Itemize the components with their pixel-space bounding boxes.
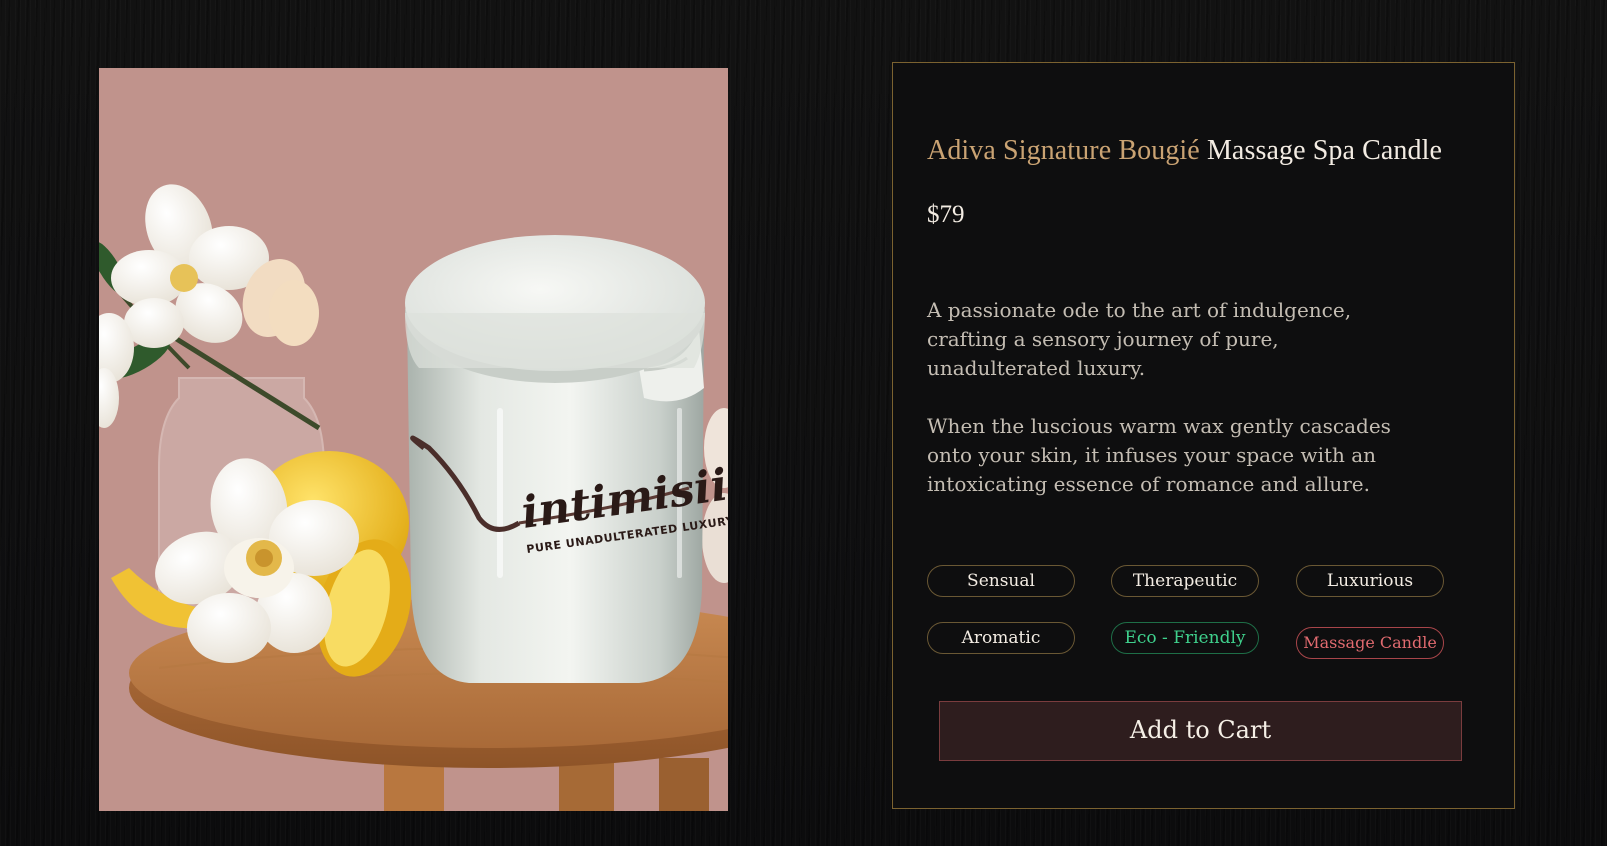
product-description: A passionate ode to the art of indulgenc… xyxy=(927,296,1427,528)
product-image: intimisii PURE UNADULTERATED LUXURY xyxy=(99,68,728,811)
product-tags: Sensual Therapeutic Luxurious Aromatic E… xyxy=(927,565,1447,665)
candle-photo: intimisii PURE UNADULTERATED LUXURY xyxy=(99,68,728,811)
product-price: $79 xyxy=(927,201,965,228)
tag-aromatic[interactable]: Aromatic xyxy=(927,622,1075,654)
tag-sensual[interactable]: Sensual xyxy=(927,565,1075,597)
product-name: Massage Spa Candle xyxy=(1206,135,1443,166)
add-to-cart-button[interactable]: Add to Cart xyxy=(939,701,1462,761)
tag-therapeutic[interactable]: Therapeutic xyxy=(1111,565,1259,597)
description-paragraph: When the luscious warm wax gently cascad… xyxy=(927,414,1391,496)
tag-massage-candle[interactable]: Massage Candle xyxy=(1296,627,1444,659)
product-brand: Adiva Signature Bougié xyxy=(927,135,1200,166)
product-details-card: Adiva Signature Bougié Massage Spa Candl… xyxy=(892,62,1515,809)
tag-luxurious[interactable]: Luxurious xyxy=(1296,565,1444,597)
description-paragraph: A passionate ode to the art of indulgenc… xyxy=(927,298,1352,380)
tag-eco-friendly[interactable]: Eco - Friendly xyxy=(1111,622,1259,654)
product-title: Adiva Signature Bougié Massage Spa Candl… xyxy=(927,135,1442,167)
